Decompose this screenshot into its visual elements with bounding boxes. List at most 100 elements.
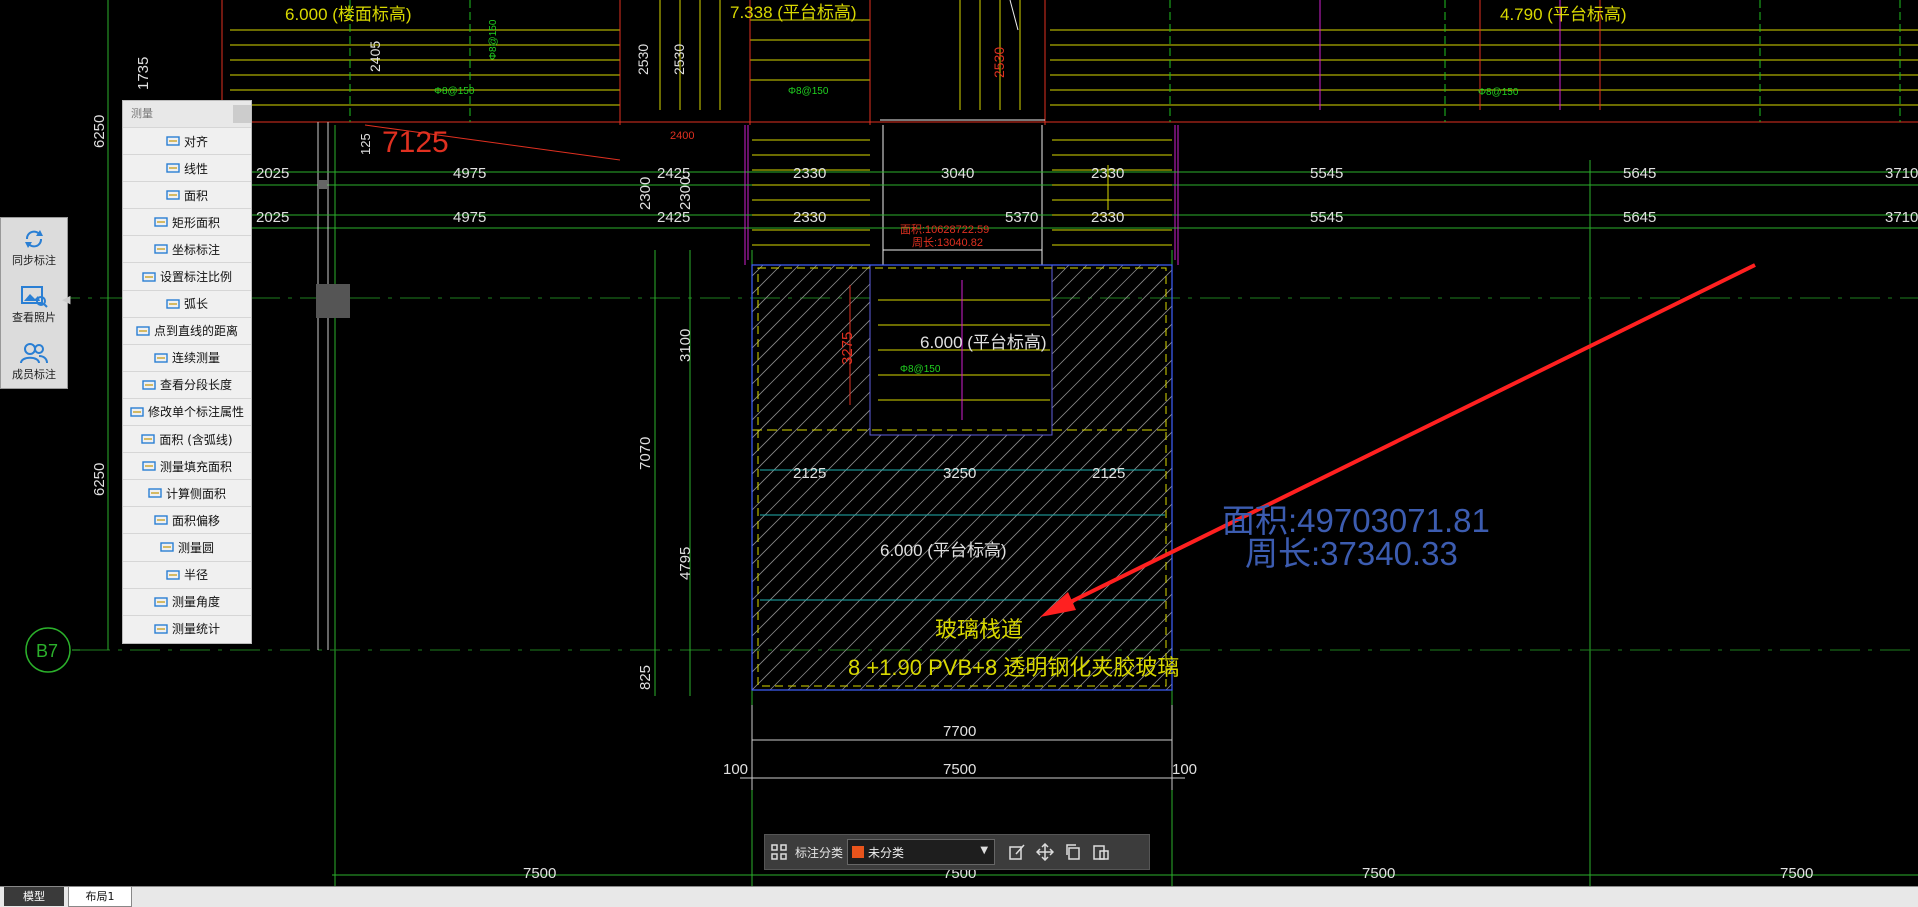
copy-icon[interactable] (1059, 838, 1087, 866)
measure-tool-label: 修改单个标注属性 (147, 405, 244, 420)
sync-icon (25, 229, 43, 248)
measure-area-overlay: 面积:49703071.81 (1222, 502, 1490, 539)
dropdown-arrow-icon: ▼ (980, 845, 989, 856)
left-dim-1735: 1735 (135, 57, 152, 90)
measure-tool-label: 点到直线的距离 (153, 324, 238, 339)
move-icon[interactable] (1031, 838, 1059, 866)
area-icon (166, 189, 180, 201)
platform-elevation-mid: 7.338 (平台标高) (730, 3, 857, 22)
measure-tool-item[interactable]: 坐标标注 (123, 235, 251, 262)
photo-search-icon (21, 285, 48, 308)
measure-tool-item[interactable]: 半径 (123, 560, 251, 588)
cad-drawing-canvas[interactable]: 6.000 (楼面标高) 7.338 (平台标高) 4.790 (平台标高) 7… (0, 0, 1918, 906)
measure-tool-item[interactable]: 面积偏移 (123, 506, 251, 533)
measure-tool-label: 测量圆 (177, 540, 214, 555)
measure-tool-label: 对齐 (183, 134, 208, 149)
coordinate-icon (154, 243, 168, 255)
measure-tool-item[interactable]: 查看分段长度 (123, 370, 251, 398)
measure-perimeter-overlay: 周长:37340.33 (1245, 535, 1458, 572)
measure-tool-label: 弧长 (183, 297, 208, 312)
glass-walkway-title: 玻璃栈道 (935, 617, 1023, 642)
continuous-measure-icon (154, 352, 168, 364)
measure-tool-item[interactable]: 测量填充面积 (123, 452, 251, 479)
svg-text:2300: 2300 (637, 177, 654, 210)
svg-text:5370: 5370 (1005, 209, 1038, 226)
measure-tool-item[interactable]: 修改单个标注属性 (123, 397, 251, 425)
inner-platform-label: 6.000 (平台标高) (920, 333, 1047, 352)
measure-tool-item[interactable]: 线性 (123, 154, 251, 181)
svg-text:5645: 5645 (1623, 165, 1656, 182)
measure-tool-item[interactable]: 面积 (123, 181, 251, 208)
red-dim-7125: 7125 (382, 126, 449, 159)
measure-tool-label: 矩形面积 (171, 215, 220, 230)
svg-text:2330: 2330 (793, 165, 826, 182)
svg-text:2405: 2405 (367, 41, 383, 72)
area-offset-icon (154, 514, 168, 526)
measure-tool-item[interactable]: 测量角度 (123, 587, 251, 615)
svg-text:3710: 3710 (1885, 165, 1918, 182)
svg-text:2530: 2530 (635, 44, 651, 75)
measure-tool-item[interactable]: 面积 (含弧线) (123, 425, 251, 452)
measure-panel-header[interactable]: 测量 (123, 101, 251, 127)
platform-elevation-right: 4.790 (平台标高) (1500, 5, 1627, 24)
measure-tool-item[interactable]: 连续测量 (123, 343, 251, 371)
view-photos-label: 查看照片 (12, 310, 56, 324)
svg-text:5645: 5645 (1623, 209, 1656, 226)
measure-tool-label: 坐标标注 (171, 242, 220, 257)
edit-icon[interactable] (1003, 838, 1031, 866)
measure-tool-list: 对齐线性面积矩形面积坐标标注设置标注比例弧长点到直线的距离连续测量查看分段长度修… (123, 127, 251, 642)
measure-tool-item[interactable]: 矩形面积 (123, 208, 251, 235)
measure-tool-item[interactable]: 设置标注比例 (123, 262, 251, 289)
bottom-right-offset: 100 (1172, 761, 1197, 778)
angle-icon (154, 596, 168, 608)
small-area-label: 面积:10628722.59 (900, 223, 989, 236)
view-photos-button[interactable]: 查看照片 (1, 275, 67, 332)
member-annotation-button[interactable]: 成员标注 (1, 332, 67, 389)
measure-tool-item[interactable]: 测量统计 (123, 614, 251, 642)
svg-text:7500: 7500 (1362, 865, 1395, 882)
svg-text:5545: 5545 (1310, 209, 1343, 226)
statistics-icon (154, 623, 168, 635)
layout-tabs: 模型 布局1 (0, 886, 1918, 907)
svg-text:Φ8@150: Φ8@150 (434, 86, 475, 97)
annotation-category-select[interactable]: 未分类 ▼ (847, 839, 996, 865)
svg-text:2025: 2025 (256, 209, 289, 226)
svg-text:2330: 2330 (793, 209, 826, 226)
panel-close-icon[interactable] (233, 105, 251, 123)
tab-model[interactable]: 模型 (4, 887, 64, 906)
svg-text:2530: 2530 (991, 47, 1007, 78)
paste-icon[interactable] (1087, 838, 1115, 866)
collapse-arrow-icon[interactable]: ◀ (62, 292, 72, 308)
measure-tool-label: 线性 (183, 161, 208, 176)
tab-layout1[interactable]: 布局1 (68, 887, 132, 907)
grid-menu-icon[interactable] (765, 838, 793, 866)
measure-tool-label: 半径 (183, 568, 208, 583)
measure-tool-item[interactable]: 对齐 (123, 127, 251, 154)
bottom-inner-dim: 7500 (943, 761, 976, 778)
sync-annotation-label: 同步标注 (12, 253, 56, 267)
measure-tool-label: 查看分段长度 (159, 378, 232, 393)
glass-walkway (744, 125, 1179, 691)
svg-text:2425: 2425 (657, 209, 690, 226)
sync-annotation-button[interactable]: 同步标注 (1, 218, 67, 275)
measure-tool-label: 面积偏移 (171, 513, 220, 528)
rect-area-icon (154, 216, 168, 228)
arc-area-icon (141, 433, 156, 445)
lower-platform-label: 6.000 (平台标高) (880, 541, 1007, 560)
dim-2400: 2400 (670, 130, 694, 142)
svg-text:7500: 7500 (523, 865, 556, 882)
svg-text:2330: 2330 (1091, 209, 1124, 226)
measure-tool-item[interactable]: 点到直线的距离 (123, 316, 251, 344)
small-perimeter-label: 周长:13040.82 (912, 236, 983, 249)
vertical-dimension-labels: 3100 7070 4795 825 2300 2300 3275 (637, 177, 856, 690)
dim-125: 125 (358, 133, 373, 155)
svg-text:4975: 4975 (453, 209, 486, 226)
annotation-toolbar: 标注分类 未分类 ▼ (764, 834, 1150, 870)
svg-text:4795: 4795 (677, 547, 694, 580)
axis-lines (0, 0, 1918, 886)
left-dim-6250-top: 6250 (91, 115, 108, 148)
measure-tool-item[interactable]: 测量圆 (123, 533, 251, 560)
measure-tool-label: 测量角度 (171, 595, 220, 610)
measure-tool-item[interactable]: 弧长 (123, 289, 251, 317)
measure-tool-item[interactable]: 计算侧面积 (123, 479, 251, 506)
